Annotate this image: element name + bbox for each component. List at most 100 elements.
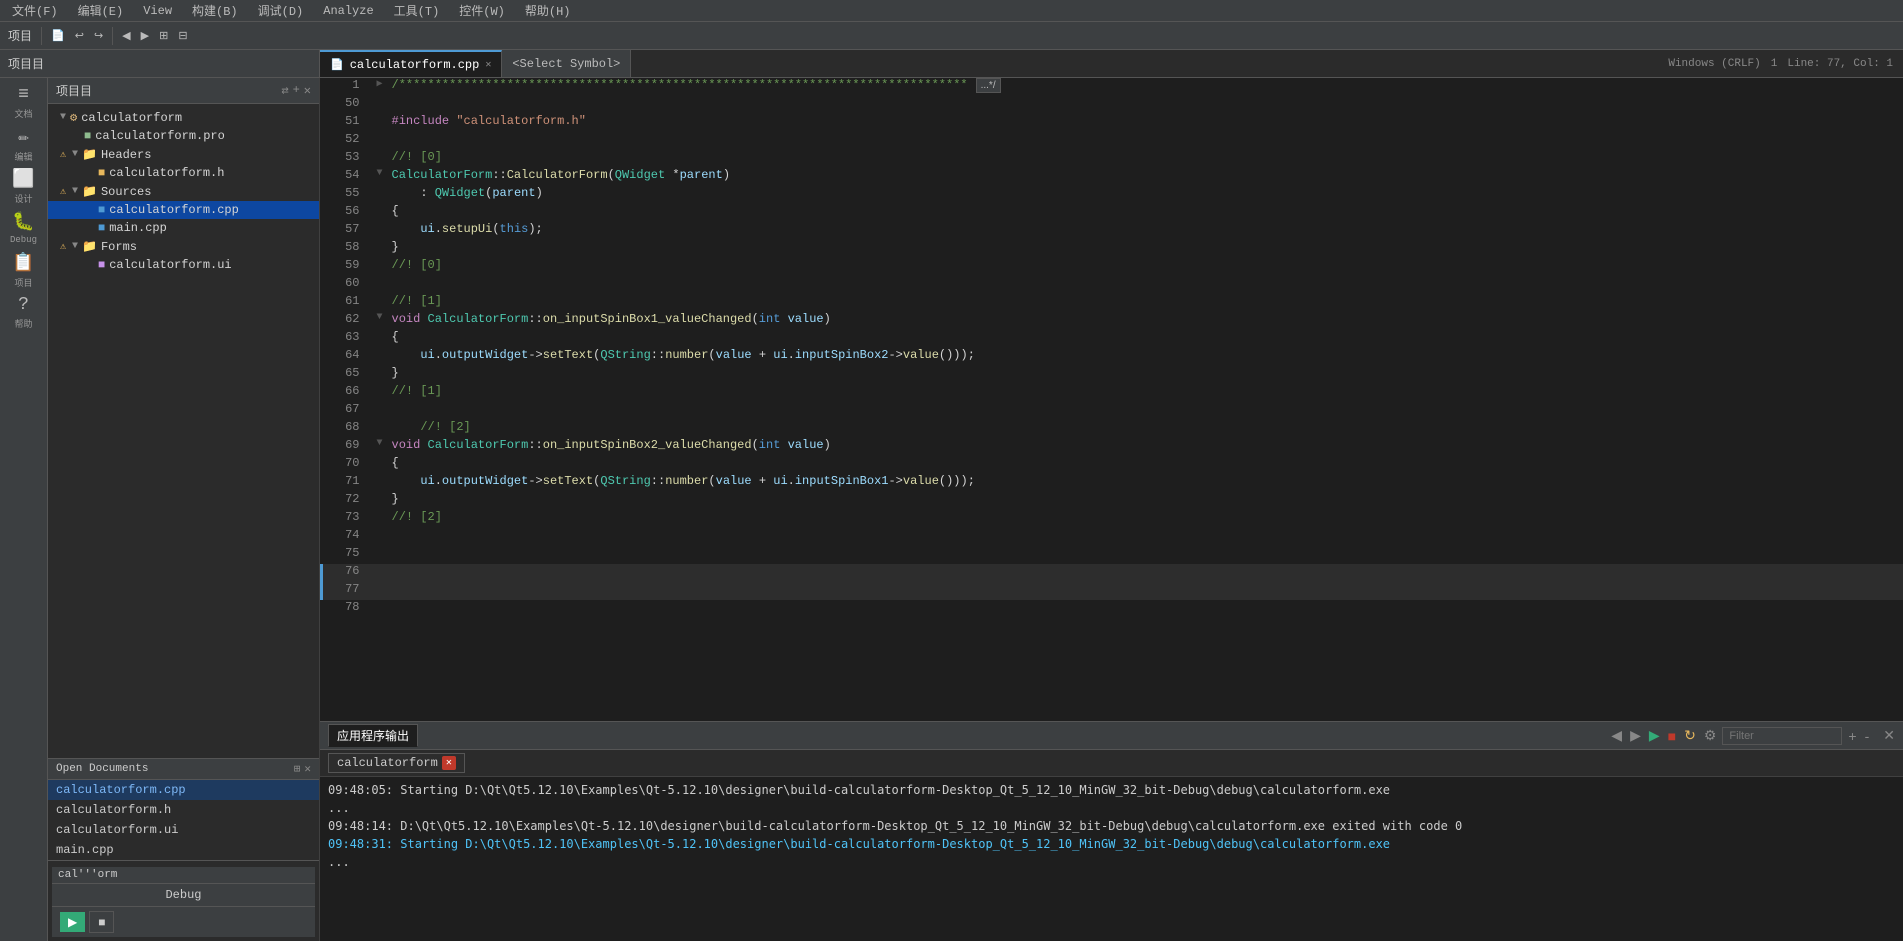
- panel-add-icon[interactable]: +: [293, 83, 300, 98]
- toolbar-zoom-in-btn[interactable]: ⊞: [155, 27, 172, 44]
- line-num-70: 70: [322, 456, 372, 474]
- code-content-73: //! [2]: [388, 510, 1903, 528]
- code-row-72: 72 }: [322, 492, 1903, 510]
- code-row-58: 58 }: [322, 240, 1903, 258]
- tree-label-headers: Headers: [101, 148, 151, 162]
- line-num-58: 58: [322, 240, 372, 258]
- toolbar-redo-btn[interactable]: ↪: [90, 27, 107, 44]
- fold-54[interactable]: ▼: [372, 168, 388, 186]
- output-tab-badge[interactable]: calculatorform ✕: [328, 753, 465, 773]
- panel-close-icon[interactable]: ✕: [304, 83, 311, 98]
- sidebar-icon-debug[interactable]: 🐛 Debug: [4, 208, 44, 248]
- project-label: 项目: [4, 27, 36, 44]
- menu-debug[interactable]: 调试(D): [254, 0, 308, 21]
- cpp-icon: ■: [98, 203, 105, 217]
- bottom-ctrl-add[interactable]: +: [1846, 726, 1858, 746]
- sidebar-icon-project[interactable]: 📋 项目: [4, 250, 44, 290]
- fold-62[interactable]: ▼: [372, 312, 388, 330]
- project-tree[interactable]: ▼ ⚙ calculatorform ■ calculatorform.pro …: [48, 104, 319, 758]
- bottom-ctrl-prev[interactable]: ◀: [1609, 725, 1624, 746]
- bottom-ctrl-next[interactable]: ▶: [1628, 725, 1643, 746]
- output-line-2: ...: [328, 799, 1895, 817]
- menu-tools[interactable]: 工具(T): [390, 0, 444, 21]
- open-docs-add-icon[interactable]: ⊞: [294, 762, 301, 776]
- menu-build[interactable]: 构建(B): [188, 0, 242, 21]
- tree-label-sources: Sources: [101, 185, 151, 199]
- toolbar-zoom-out-btn[interactable]: ⊟: [174, 27, 191, 44]
- tree-item-main[interactable]: ■ main.cpp: [48, 219, 319, 237]
- code-table: 1 ▶ /***********************************…: [320, 78, 1903, 618]
- fold-50: [372, 96, 388, 114]
- thumb-debug-btn[interactable]: Debug: [52, 883, 315, 906]
- collapse-btn-1[interactable]: ...*/: [976, 78, 1001, 93]
- code-view[interactable]: 1 ▶ /***********************************…: [320, 78, 1903, 721]
- tree-item-sources[interactable]: ⚠ ▼ 📁 Sources: [48, 182, 319, 201]
- open-doc-calculatorform-ui[interactable]: calculatorform.ui: [48, 820, 319, 840]
- warning-icon-sources: ⚠: [60, 186, 66, 198]
- bottom-ctrl-run[interactable]: ▶: [1647, 725, 1662, 746]
- line-num-64: 64: [322, 348, 372, 366]
- bottom-ctrl-settings[interactable]: ⚙: [1702, 725, 1719, 746]
- menu-view[interactable]: View: [139, 2, 176, 20]
- code-content-67: [388, 402, 1903, 420]
- open-doc-calculatorform-cpp[interactable]: calculatorform.cpp: [48, 780, 319, 800]
- design-icon: ⬜: [12, 168, 34, 190]
- tab-close-icon[interactable]: ✕: [485, 59, 491, 71]
- tree-label-root: calculatorform: [81, 111, 182, 125]
- tree-item-root[interactable]: ▼ ⚙ calculatorform: [48, 108, 319, 127]
- output-text-area[interactable]: 09:48:05: Starting D:\Qt\Qt5.12.10\Examp…: [320, 777, 1903, 941]
- toolbar-nav-back-btn[interactable]: ◀: [118, 27, 134, 44]
- open-doc-main-cpp[interactable]: main.cpp: [48, 840, 319, 860]
- code-row-53: 53 //! [0]: [322, 150, 1903, 168]
- fold-74: [372, 528, 388, 546]
- toolbar-file-btn[interactable]: 📄: [47, 27, 69, 44]
- menu-analyze[interactable]: Analyze: [319, 2, 377, 20]
- debug-icon: 🐛: [12, 211, 34, 233]
- sidebar-icon-design[interactable]: ⬜ 设计: [4, 166, 44, 206]
- code-row-54: 54 ▼ CalculatorForm::CalculatorForm(QWid…: [322, 168, 1903, 186]
- bottom-ctrl-rebuild[interactable]: ↻: [1682, 725, 1698, 746]
- debug-stop-btn[interactable]: ■: [89, 911, 114, 933]
- open-docs-close-icon[interactable]: ✕: [304, 762, 311, 776]
- output-tab-close[interactable]: ✕: [442, 756, 456, 770]
- sidebar-icon-help[interactable]: ? 帮助: [4, 292, 44, 332]
- sidebar-icon-edit[interactable]: ✏ 编辑: [4, 124, 44, 164]
- code-content-66: //! [1]: [388, 384, 1903, 402]
- line-num-78: 78: [322, 600, 372, 618]
- tree-item-pro[interactable]: ■ calculatorform.pro: [48, 127, 319, 145]
- tab-symbol[interactable]: <Select Symbol>: [502, 50, 631, 77]
- panel-sync-icon[interactable]: ⇄: [281, 83, 288, 98]
- code-content-77: [388, 582, 1903, 600]
- open-doc-calculatorform-h[interactable]: calculatorform.h: [48, 800, 319, 820]
- bottom-ctrl-minus[interactable]: -: [1863, 726, 1872, 746]
- bottom-panel-close-btn[interactable]: ✕: [1883, 727, 1895, 744]
- fold-68: [372, 420, 388, 438]
- h-icon: ■: [98, 166, 105, 180]
- tree-item-ui[interactable]: ■ calculatorform.ui: [48, 256, 319, 274]
- bottom-panel: 应用程序输出 ◀ ▶ ▶ ■ ↻ ⚙ + - ✕ calculatorform: [320, 721, 1903, 941]
- menu-help[interactable]: 帮助(H): [521, 0, 575, 21]
- toolbar-undo-btn[interactable]: ↩: [71, 27, 88, 44]
- menu-file[interactable]: 文件(F): [8, 0, 62, 21]
- menu-controls[interactable]: 控件(W): [455, 0, 509, 21]
- panel-header-label: 项目目: [8, 55, 44, 72]
- main-cpp-icon: ■: [98, 221, 105, 235]
- output-filter-input[interactable]: [1722, 727, 1842, 745]
- code-content-51: #include "calculatorform.h": [388, 114, 1903, 132]
- tree-item-headers[interactable]: ⚠ ▼ 📁 Headers: [48, 145, 319, 164]
- bottom-tab-output[interactable]: 应用程序输出: [328, 724, 418, 747]
- tree-item-forms[interactable]: ⚠ ▼ 📁 Forms: [48, 237, 319, 256]
- fold-77: [372, 582, 388, 600]
- toolbar-nav-fwd-btn[interactable]: ▶: [137, 27, 153, 44]
- menu-edit[interactable]: 编辑(E): [74, 0, 128, 21]
- code-content-68: //! [2]: [388, 420, 1903, 438]
- tree-item-h[interactable]: ■ calculatorform.h: [48, 164, 319, 182]
- debug-run-btn[interactable]: ▶: [60, 912, 85, 932]
- tab-calculatorform-cpp[interactable]: 📄 calculatorform.cpp ✕: [320, 50, 502, 77]
- tree-item-cpp[interactable]: ■ calculatorform.cpp: [48, 201, 319, 219]
- sidebar-icon-docs[interactable]: ≡ 文档: [4, 82, 44, 122]
- line-num-62: 62: [322, 312, 372, 330]
- fold-1[interactable]: ▶: [372, 78, 388, 96]
- fold-69[interactable]: ▼: [372, 438, 388, 456]
- bottom-ctrl-stop[interactable]: ■: [1666, 726, 1678, 746]
